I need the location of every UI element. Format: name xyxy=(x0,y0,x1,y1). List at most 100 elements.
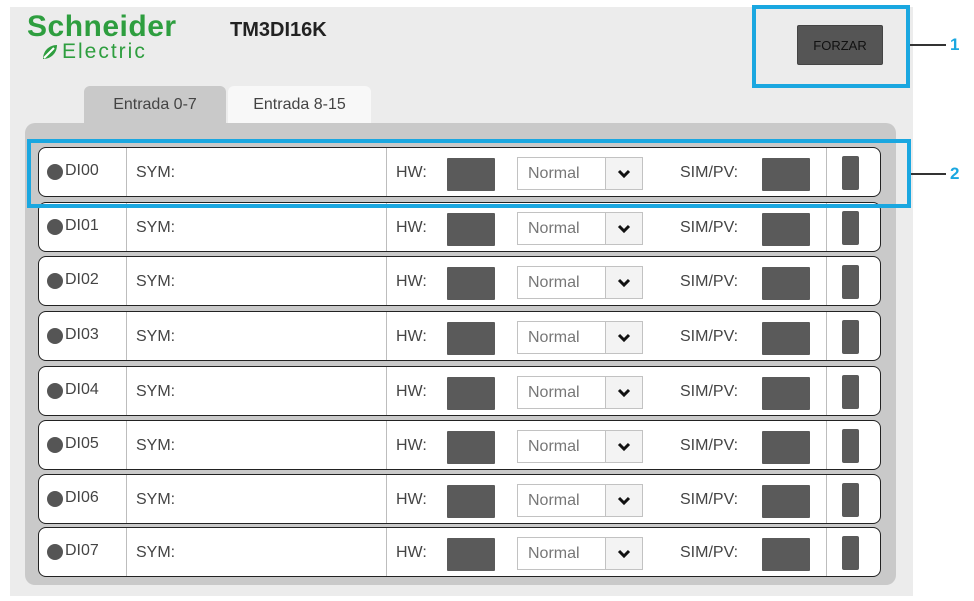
hw-value-indicator xyxy=(447,213,495,246)
mode-select[interactable]: Normal xyxy=(517,266,643,299)
brand-subname: Electric xyxy=(62,40,147,63)
chevron-down-icon xyxy=(617,442,631,451)
sim-pv-label: SIM/PV: xyxy=(680,273,739,290)
mode-value: Normal xyxy=(528,274,580,291)
mode-value: Normal xyxy=(528,492,580,509)
chevron-down-icon xyxy=(617,224,631,233)
dropdown-arrow[interactable] xyxy=(605,377,642,408)
callout-1-number: 1 xyxy=(950,35,960,54)
chevron-down-icon xyxy=(617,496,631,505)
dropdown-arrow[interactable] xyxy=(605,485,642,516)
symbol-label: SYM: xyxy=(136,491,176,508)
symbol-label: SYM: xyxy=(136,328,176,345)
tab-inputs-8-15[interactable]: Entrada 8-15 xyxy=(228,86,371,123)
channel-row: DI05 SYM: HW: Normal SIM/PV: xyxy=(38,420,881,470)
led-icon xyxy=(47,273,63,289)
chevron-down-icon xyxy=(617,388,631,397)
mode-value: Normal xyxy=(528,220,580,237)
sim-value-indicator xyxy=(762,431,810,464)
mode-value: Normal xyxy=(528,438,580,455)
hw-value-indicator xyxy=(447,267,495,300)
led-icon xyxy=(47,437,63,453)
divider xyxy=(826,257,827,305)
mode-select[interactable]: Normal xyxy=(517,430,643,463)
led-icon xyxy=(47,491,63,507)
divider xyxy=(386,528,387,576)
hw-label: HW: xyxy=(396,437,427,454)
divider xyxy=(826,312,827,360)
divider xyxy=(826,528,827,576)
hw-value-indicator xyxy=(447,322,495,355)
divider xyxy=(826,367,827,415)
channel-row: DI03 SYM: HW: Normal SIM/PV: xyxy=(38,311,881,361)
mode-select[interactable]: Normal xyxy=(517,484,643,517)
sim-value-indicator xyxy=(762,267,810,300)
hw-label: HW: xyxy=(396,544,427,561)
led-icon xyxy=(47,328,63,344)
callout-1-highlight xyxy=(752,5,910,88)
channel-id: DI04 xyxy=(65,381,99,398)
sim-pv-label: SIM/PV: xyxy=(680,383,739,400)
channel-id: DI07 xyxy=(65,542,99,559)
module-title: TM3DI16K xyxy=(230,19,327,41)
divider xyxy=(386,257,387,305)
hw-value-indicator xyxy=(447,377,495,410)
mode-select[interactable]: Normal xyxy=(517,212,643,245)
tab-inputs-0-7[interactable]: Entrada 0-7 xyxy=(84,86,226,123)
mode-value: Normal xyxy=(528,329,580,346)
led-icon xyxy=(47,383,63,399)
hw-label: HW: xyxy=(396,273,427,290)
channel-id: DI02 xyxy=(65,271,99,288)
sim-value-indicator xyxy=(762,538,810,571)
dropdown-arrow[interactable] xyxy=(605,213,642,244)
force-state-indicator xyxy=(842,483,859,517)
dropdown-arrow[interactable] xyxy=(605,431,642,462)
divider xyxy=(126,312,127,360)
divider xyxy=(386,367,387,415)
sim-value-indicator xyxy=(762,322,810,355)
dropdown-arrow[interactable] xyxy=(605,322,642,353)
divider xyxy=(386,203,387,251)
brand-name: Schneider xyxy=(27,10,177,43)
channel-id: DI01 xyxy=(65,217,99,234)
divider xyxy=(826,421,827,469)
callout-2-highlight xyxy=(27,139,911,208)
force-state-indicator xyxy=(842,265,859,299)
mode-select[interactable]: Normal xyxy=(517,376,643,409)
force-state-indicator xyxy=(842,375,859,409)
symbol-label: SYM: xyxy=(136,383,176,400)
sim-pv-label: SIM/PV: xyxy=(680,219,739,236)
dropdown-arrow[interactable] xyxy=(605,267,642,298)
divider xyxy=(386,475,387,523)
channel-id: DI05 xyxy=(65,435,99,452)
divider xyxy=(826,203,827,251)
channel-row: DI04 SYM: HW: Normal SIM/PV: xyxy=(38,366,881,416)
symbol-label: SYM: xyxy=(136,273,176,290)
symbol-label: SYM: xyxy=(136,437,176,454)
force-state-indicator xyxy=(842,536,859,570)
channel-row: DI06 SYM: HW: Normal SIM/PV: xyxy=(38,474,881,524)
led-icon xyxy=(47,219,63,235)
divider xyxy=(386,312,387,360)
hw-label: HW: xyxy=(396,328,427,345)
hw-value-indicator xyxy=(447,538,495,571)
dropdown-arrow[interactable] xyxy=(605,538,642,569)
sim-pv-label: SIM/PV: xyxy=(680,544,739,561)
channel-id: DI03 xyxy=(65,326,99,343)
callout-1-leader xyxy=(910,44,946,46)
divider xyxy=(126,257,127,305)
mode-select[interactable]: Normal xyxy=(517,321,643,354)
force-state-indicator xyxy=(842,429,859,463)
sim-pv-label: SIM/PV: xyxy=(680,491,739,508)
chevron-down-icon xyxy=(617,333,631,342)
sim-pv-label: SIM/PV: xyxy=(680,328,739,345)
divider xyxy=(126,203,127,251)
divider xyxy=(126,421,127,469)
chevron-down-icon xyxy=(617,549,631,558)
divider xyxy=(126,528,127,576)
sim-value-indicator xyxy=(762,377,810,410)
divider xyxy=(126,475,127,523)
mode-select[interactable]: Normal xyxy=(517,537,643,570)
hw-value-indicator xyxy=(447,431,495,464)
hw-value-indicator xyxy=(447,485,495,518)
